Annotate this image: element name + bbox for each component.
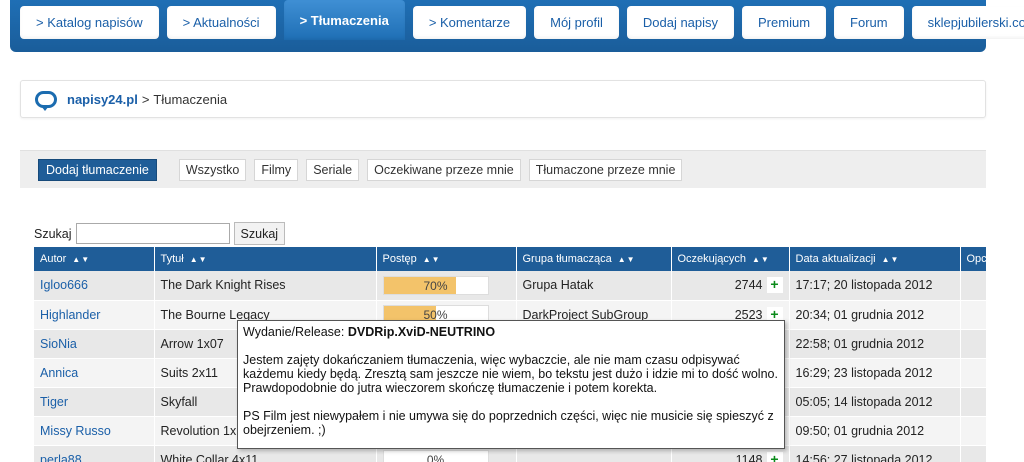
table-header: Autor ▲▼ Tytuł ▲▼ Postęp ▲▼ Grupa tłumacząca ▲▼… xyxy=(34,247,987,271)
date-cell: 20:34; 01 grudnia 2012 xyxy=(789,300,961,330)
nav-tab[interactable]: Forum xyxy=(834,6,904,39)
filter-movies[interactable]: Filmy xyxy=(254,158,299,181)
date-cell: 05:05; 14 listopada 2012 xyxy=(789,387,961,417)
options-cell[interactable] xyxy=(960,445,987,462)
nav-tabs: > Katalog napisów > Aktualności > Tłumacze… xyxy=(20,0,1024,40)
tooltip-paragraph-2: PS Film jest niewypałem i nie umywa się … xyxy=(243,409,774,437)
author-link[interactable]: Missy Russo xyxy=(34,416,155,446)
search-input[interactable] xyxy=(75,223,230,244)
options-cell[interactable] xyxy=(960,358,987,388)
progress-cell: 70% xyxy=(376,271,517,301)
release-value: DVDRip.XviD-NEUTRINO xyxy=(347,325,496,339)
options-cell[interactable] xyxy=(960,300,987,330)
progress-percent: 70% xyxy=(423,278,448,293)
sort-arrows-icon[interactable]: ▲▼ xyxy=(190,255,208,264)
column-header[interactable]: Postęp ▲▼ xyxy=(376,247,517,271)
breadcrumb-separator: > xyxy=(141,91,150,107)
author-link[interactable]: Highlander xyxy=(34,300,155,330)
speech-bubble-icon xyxy=(35,90,57,111)
column-header[interactable]: Grupa tłumacząca ▲▼ xyxy=(516,247,672,271)
options-cell[interactable] xyxy=(960,416,987,446)
tooltip-paragraph-1: Jestem zajęty dokańczaniem tłumaczenia, … xyxy=(243,353,778,395)
sort-arrows-icon[interactable]: ▲▼ xyxy=(882,255,900,264)
nav-tab[interactable]: Premium xyxy=(742,6,827,39)
column-header-label: Data aktualizacji xyxy=(795,253,876,265)
options-cell[interactable] xyxy=(960,387,987,417)
filter-translated-by-me[interactable]: Tłumaczone przeze mnie xyxy=(528,158,683,181)
nav-tab[interactable]: > Tłumaczenia xyxy=(283,0,405,40)
breadcrumb: napisy24.pl > Tłumaczenia xyxy=(20,80,986,118)
search-button[interactable]: Szukaj xyxy=(233,222,286,245)
sort-arrows-icon[interactable]: ▲▼ xyxy=(752,255,770,264)
sort-arrows-icon[interactable]: ▲▼ xyxy=(423,255,441,264)
search-label: Szukaj xyxy=(34,226,72,241)
filter-all[interactable]: Wszystko xyxy=(178,158,247,181)
plus-icon[interactable]: + xyxy=(766,451,783,462)
sort-arrows-icon[interactable]: ▲▼ xyxy=(618,255,636,264)
sort-arrows-icon[interactable]: ▲▼ xyxy=(72,255,90,264)
release-tooltip: Wydanie/Release: DVDRip.XviD-NEUTRINO Je… xyxy=(237,320,785,449)
breadcrumb-current: Tłumaczenia xyxy=(153,91,228,107)
search-bar: Szukaj Szukaj xyxy=(34,222,286,245)
author-link[interactable]: SioNia xyxy=(34,329,155,359)
column-header-label: Postęp xyxy=(382,253,417,265)
date-cell: 09:50; 01 grudnia 2012 xyxy=(789,416,961,446)
plus-icon[interactable]: + xyxy=(766,277,783,293)
table-row: Igloo666 The Dark Knight Rises 70% Grupa Ha… xyxy=(34,271,987,301)
column-header-label: Autor xyxy=(40,253,67,265)
waiting-count: 2744 xyxy=(734,278,763,293)
date-cell: 22:58; 01 grudnia 2012 xyxy=(789,329,961,359)
progress-bar: 0% xyxy=(382,450,489,462)
breadcrumb-site-link[interactable]: napisy24.pl xyxy=(67,92,138,107)
options-cell[interactable] xyxy=(960,271,987,301)
date-cell: 16:29; 23 listopada 2012 xyxy=(789,358,961,388)
nav-tab[interactable]: > Aktualności xyxy=(166,6,276,39)
nav-tab[interactable]: > Komentarze xyxy=(412,6,527,39)
column-header-label: Grupa tłumacząca xyxy=(522,253,612,265)
column-header[interactable]: Tytuł ▲▼ xyxy=(154,247,377,271)
date-cell: 14:56; 27 listopada 2012 xyxy=(789,445,961,462)
group-cell: Grupa Hatak xyxy=(516,271,672,301)
title-cell: The Dark Knight Rises xyxy=(154,271,377,301)
author-link[interactable]: perla88 xyxy=(34,445,155,462)
author-link[interactable]: Tiger xyxy=(34,387,155,417)
nav-tab[interactable]: > Katalog napisów xyxy=(20,6,159,39)
release-label: Wydanie/Release: xyxy=(243,325,345,339)
column-header[interactable]: Autor ▲▼ xyxy=(34,247,155,271)
add-translation-button[interactable]: Dodaj tłumaczenie xyxy=(38,158,157,181)
nav-tab[interactable]: sklepjubilerski.com xyxy=(911,6,1024,39)
options-cell[interactable] xyxy=(960,329,987,359)
column-header[interactable]: Data aktualizacji ▲▼ xyxy=(789,247,961,271)
nav-tab[interactable]: Mój profil xyxy=(534,6,619,39)
filter-series[interactable]: Seriale xyxy=(306,158,360,181)
progress-bar: 70% xyxy=(382,275,489,295)
top-navigation: > Katalog napisów > Aktualności > Tłumacze… xyxy=(10,0,1024,52)
filter-expected-by-me[interactable]: Oczekiwane przeze mnie xyxy=(367,158,521,181)
column-header[interactable]: Oczekujących ▲▼ xyxy=(671,247,790,271)
date-cell: 17:17; 20 listopada 2012 xyxy=(789,271,961,301)
waiting-count: 1148 xyxy=(735,452,763,462)
filter-bar: Dodaj tłumaczenie Wszystko Filmy Seriale… xyxy=(20,150,986,188)
column-header-label: Opc xyxy=(966,253,986,265)
waiting-count-cell: 2744 + xyxy=(671,271,790,301)
column-header-label: Tytuł xyxy=(160,253,184,265)
nav-tab[interactable]: Dodaj napisy xyxy=(626,6,735,39)
author-link[interactable]: Igloo666 xyxy=(34,271,155,301)
author-link[interactable]: Annica xyxy=(34,358,155,388)
column-header-label: Oczekujących xyxy=(677,253,746,265)
progress-percent: 0% xyxy=(426,453,445,462)
column-header[interactable]: Opc xyxy=(960,247,987,271)
